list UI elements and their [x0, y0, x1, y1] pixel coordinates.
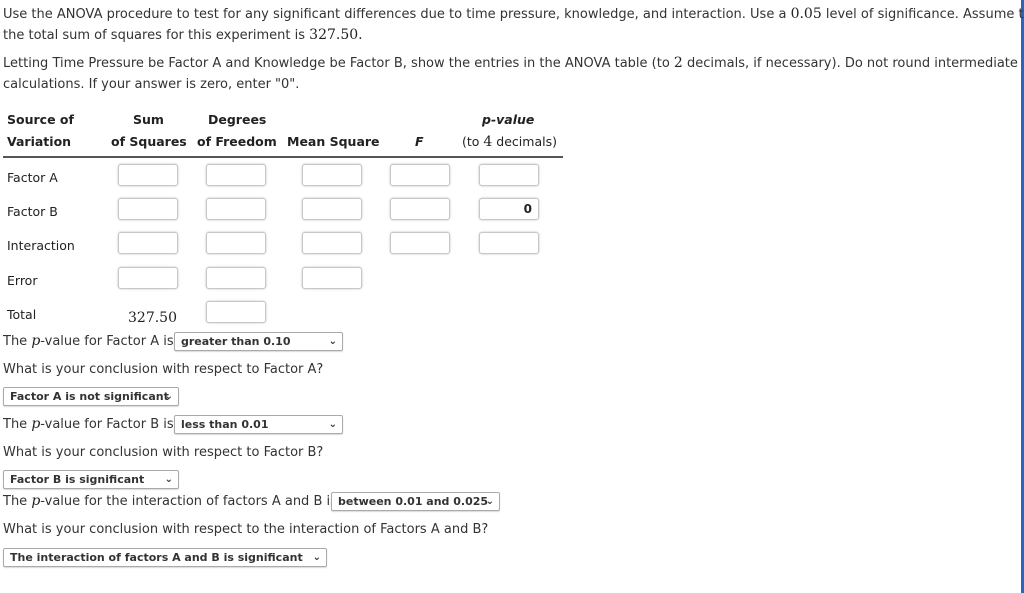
- row-label-interaction: Interaction: [7, 238, 75, 253]
- header-ss-1: Sum: [133, 112, 164, 127]
- question-p-factor-a: The p-value for Factor A is: [3, 333, 174, 349]
- instructions-line-3: Letting Time Pressure be Factor A and Kn…: [3, 55, 1018, 71]
- interaction-p-input[interactable]: [479, 232, 539, 254]
- header-p-1: p-value: [482, 112, 535, 127]
- chevron-down-icon: ⌄: [328, 419, 337, 430]
- question-p-interaction: The p-value for the interaction of facto…: [3, 493, 337, 509]
- factor-b-f-input[interactable]: [390, 198, 450, 220]
- interaction-df-input[interactable]: [206, 232, 266, 254]
- error-ms-input[interactable]: [302, 267, 362, 289]
- header-ms: Mean Square: [287, 134, 380, 149]
- factor-a-df-input[interactable]: [206, 164, 266, 186]
- factor-a-f-input[interactable]: [390, 164, 450, 186]
- factor-b-ss-input[interactable]: [118, 198, 178, 220]
- header-source-1: Source of: [7, 112, 74, 127]
- header-ss-2: of Squares: [111, 134, 187, 149]
- row-label-factor-a: Factor A: [7, 170, 58, 185]
- interaction-ms-input[interactable]: [302, 232, 362, 254]
- p-value-interaction-select[interactable]: between 0.01 and 0.025 ⌄: [331, 492, 500, 511]
- instructions-line-4: calculations. If your answer is zero, en…: [3, 77, 300, 92]
- question-conclusion-interaction: What is your conclusion with respect to …: [3, 522, 489, 537]
- row-label-total: Total: [7, 307, 37, 322]
- question-conclusion-factor-a: What is your conclusion with respect to …: [3, 362, 324, 377]
- question-conclusion-factor-b: What is your conclusion with respect to …: [3, 445, 324, 460]
- factor-a-ss-input[interactable]: [118, 164, 178, 186]
- row-label-factor-b: Factor B: [7, 204, 58, 219]
- conclusion-factor-a-select[interactable]: Factor A is not significant ⌄: [3, 387, 179, 406]
- error-ss-input[interactable]: [118, 267, 178, 289]
- header-df-1: Degrees: [208, 112, 267, 127]
- instructions-line-1: Use the ANOVA procedure to test for any …: [3, 6, 1024, 22]
- interaction-ss-input[interactable]: [118, 232, 178, 254]
- p-value-factor-b-select[interactable]: less than 0.01 ⌄: [174, 415, 343, 434]
- chevron-down-icon: ⌄: [328, 336, 337, 347]
- factor-b-ms-input[interactable]: [302, 198, 362, 220]
- header-f: F: [415, 134, 424, 149]
- question-p-factor-b: The p-value for Factor B is: [3, 416, 174, 432]
- chevron-down-icon: ⌄: [485, 496, 494, 507]
- conclusion-factor-b-select[interactable]: Factor B is significant ⌄: [3, 470, 179, 489]
- factor-a-ms-input[interactable]: [302, 164, 362, 186]
- total-ss-value: 327.50: [128, 310, 177, 326]
- header-source-2: Variation: [7, 134, 72, 149]
- error-df-input[interactable]: [206, 267, 266, 289]
- instructions-line-2: the total sum of squares for this experi…: [3, 27, 363, 43]
- chevron-down-icon: ⌄: [312, 552, 321, 563]
- chevron-down-icon: ⌄: [164, 391, 173, 402]
- header-p-2: (to 4 decimals): [462, 134, 557, 150]
- header-df-2: of Freedom: [197, 134, 277, 149]
- p-value-factor-a-select[interactable]: greater than 0.10 ⌄: [174, 332, 343, 351]
- chevron-down-icon: ⌄: [164, 474, 173, 485]
- row-label-error: Error: [7, 273, 38, 288]
- factor-b-p-input[interactable]: 0: [479, 198, 539, 220]
- conclusion-interaction-select[interactable]: The interaction of factors A and B is si…: [3, 548, 327, 567]
- interaction-f-input[interactable]: [390, 232, 450, 254]
- total-df-input[interactable]: [206, 301, 266, 323]
- header-divider: [3, 156, 563, 158]
- factor-a-p-input[interactable]: [479, 164, 539, 186]
- factor-b-df-input[interactable]: [206, 198, 266, 220]
